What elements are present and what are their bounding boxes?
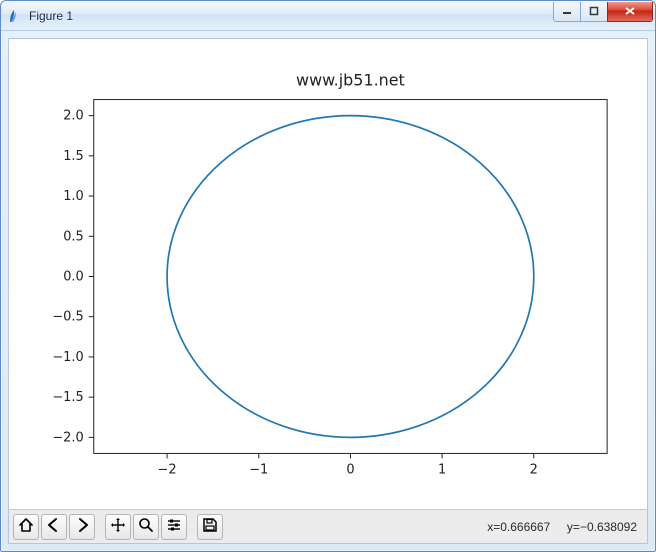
chart-title: www.jb51.net: [296, 71, 405, 90]
minimize-button[interactable]: [553, 2, 581, 22]
client-area: www.jb51.net −2 −1 0 1 2 −2.0 −1.5 −1.0 −0.5 0.0 0.…: [8, 38, 648, 544]
cursor-coordinates: x=0.666667 y=−0.638092: [487, 520, 643, 534]
home-icon: [18, 517, 34, 536]
x-tick-label: −1: [249, 462, 268, 477]
plot-canvas[interactable]: www.jb51.net −2 −1 0 1 2 −2.0 −1.5 −1.0 −0.5 0.0 0.…: [9, 39, 647, 509]
sliders-icon: [166, 517, 182, 536]
x-tick-label: −2: [158, 462, 177, 477]
nav-toolbar: x=0.666667 y=−0.638092: [9, 509, 647, 543]
x-tick-label: 0: [346, 462, 354, 477]
y-tick-label: −1.5: [52, 390, 83, 405]
window-buttons: [554, 2, 653, 22]
plot-svg: www.jb51.net −2 −1 0 1 2 −2.0 −1.5 −1.0 −0.5 0.0 0.…: [9, 39, 647, 509]
home-button[interactable]: [13, 514, 39, 540]
y-tick-label: −1.0: [52, 350, 83, 365]
x-tick-label: 1: [438, 462, 446, 477]
forward-button[interactable]: [69, 514, 95, 540]
arrow-left-icon: [46, 517, 62, 536]
titlebar[interactable]: Figure 1: [1, 1, 655, 31]
y-tick-label: −0.5: [52, 310, 83, 325]
toolbar-separator: [97, 514, 105, 540]
y-tick-label: −2.0: [52, 430, 83, 445]
arrow-right-icon: [74, 517, 90, 536]
back-button[interactable]: [41, 514, 67, 540]
axes-frame: [94, 100, 607, 454]
series-circle: [167, 116, 534, 438]
zoom-button[interactable]: [133, 514, 159, 540]
python-tk-icon: [7, 8, 23, 24]
window-title: Figure 1: [29, 9, 554, 23]
save-button[interactable]: [197, 514, 223, 540]
pan-button[interactable]: [105, 514, 131, 540]
magnify-icon: [138, 517, 154, 536]
toolbar-separator: [189, 514, 197, 540]
y-tick-label: 0.0: [63, 269, 84, 284]
x-tick-label: 2: [530, 462, 538, 477]
move-icon: [110, 517, 126, 536]
figure-window: Figure 1 www.jb51.net −2 −1 0 1 2 −2.0 −1.5 −1.0…: [0, 0, 656, 552]
maximize-button[interactable]: [580, 2, 608, 22]
y-tick-label: 1.5: [63, 149, 84, 164]
save-icon: [202, 517, 218, 536]
close-button[interactable]: [607, 2, 653, 22]
y-tick-label: 1.0: [63, 189, 84, 204]
y-tick-label: 2.0: [63, 109, 84, 124]
maximize-icon: [589, 6, 599, 16]
y-tick-label: 0.5: [63, 229, 84, 244]
subplots-button[interactable]: [161, 514, 187, 540]
minimize-icon: [562, 6, 572, 16]
toolbar-buttons: [13, 514, 225, 540]
close-icon: [624, 6, 636, 16]
